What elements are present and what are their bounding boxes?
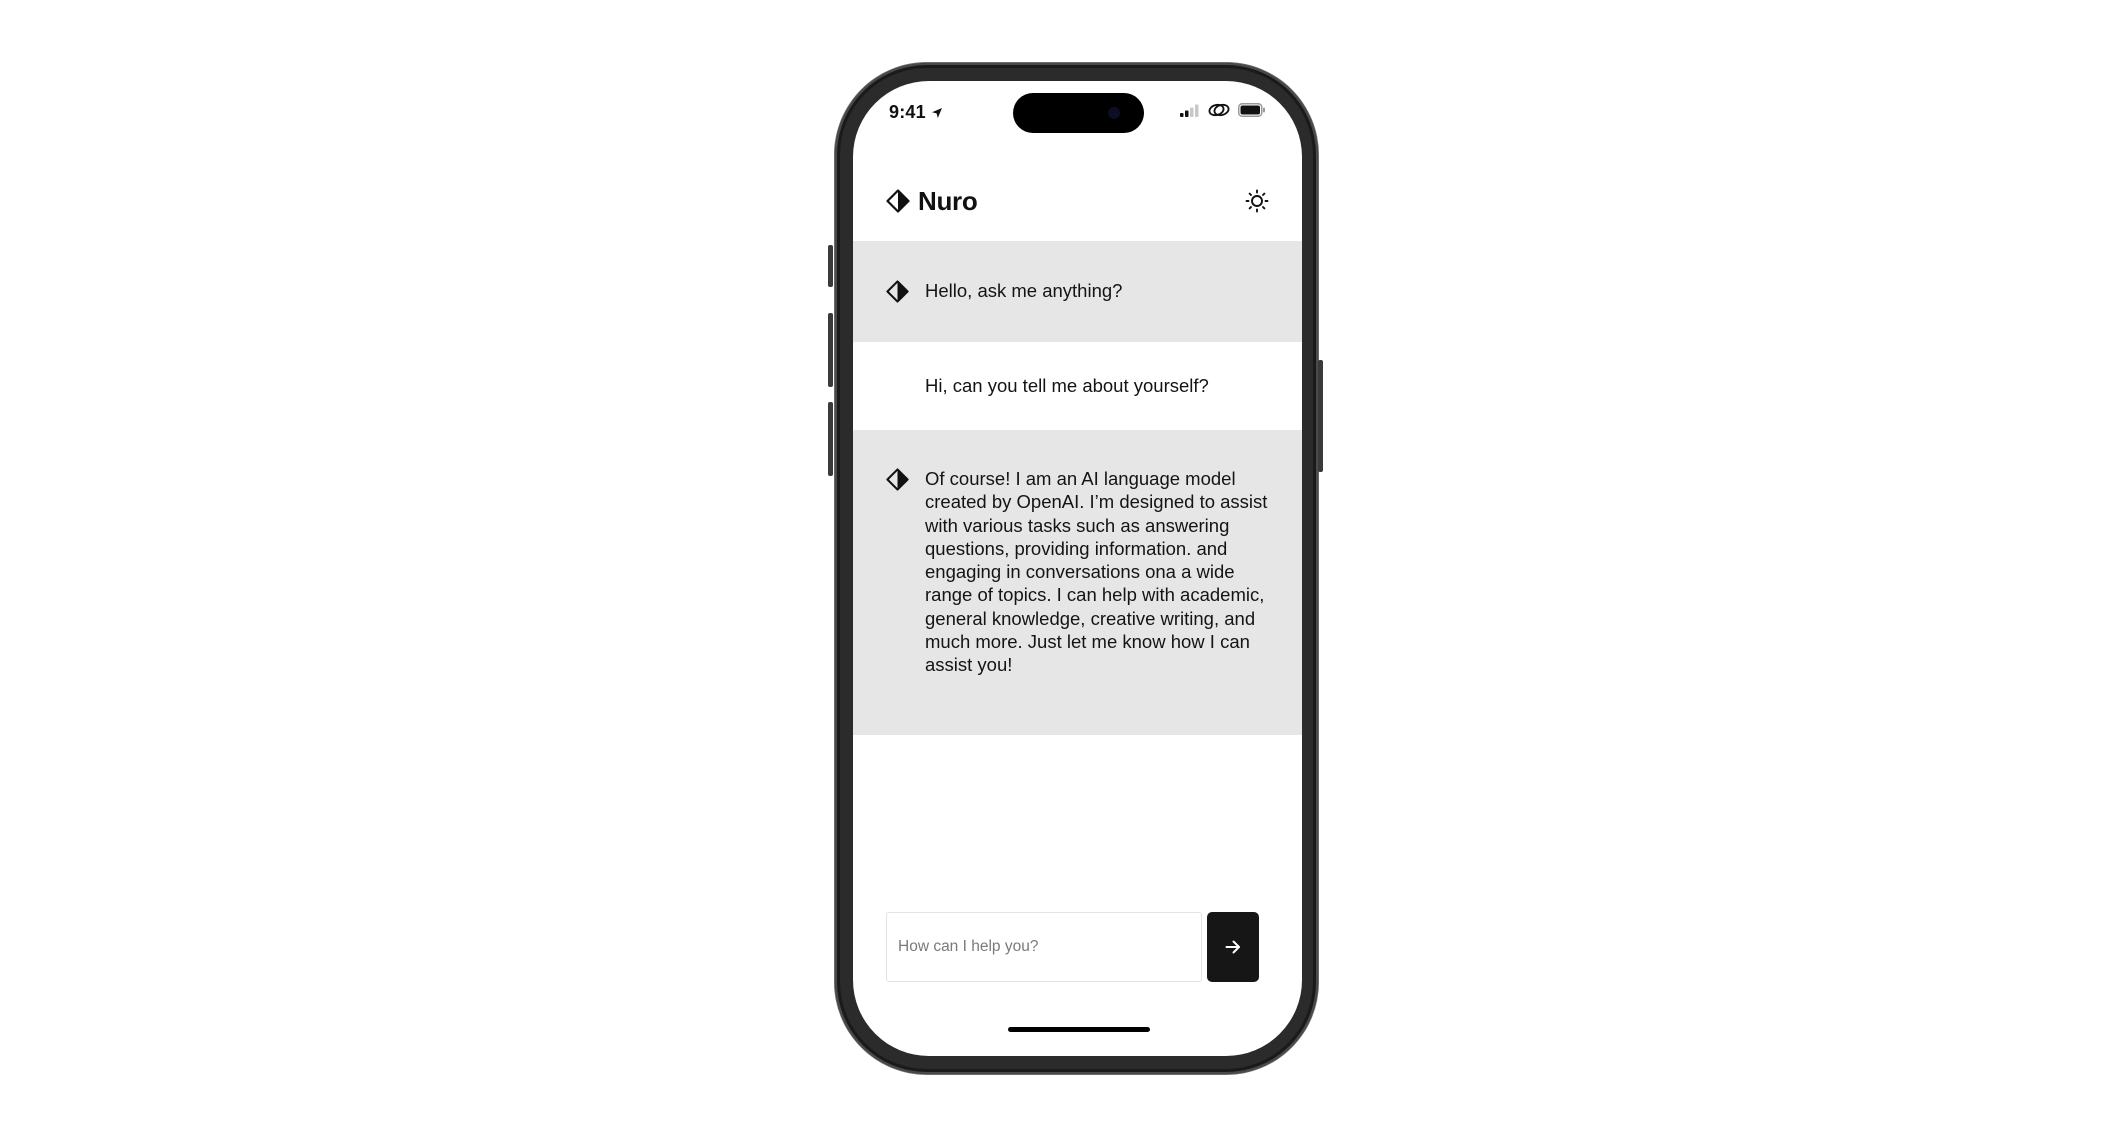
nuro-diamond-logo-icon	[886, 468, 909, 491]
user-message: Hi, can you tell me about yourself?	[853, 342, 1302, 430]
battery-icon	[1238, 103, 1265, 117]
brand: Nuro	[886, 176, 978, 226]
assistant-message: Of course! I am an AI language model cre…	[853, 430, 1302, 735]
wifi-icon	[1208, 103, 1230, 117]
nuro-diamond-logo-icon	[886, 189, 910, 213]
arrow-right-icon	[1225, 940, 1240, 954]
dynamic-island	[1013, 93, 1144, 133]
volume-up-button	[828, 313, 833, 387]
message-text: Hi, can you tell me about yourself?	[925, 375, 1209, 396]
assistant-message: Hello, ask me anything?	[853, 241, 1302, 342]
send-button[interactable]	[1207, 912, 1259, 982]
status-indicators	[1180, 103, 1266, 117]
app-header: Nuro	[853, 176, 1302, 226]
status-time: 9:41	[889, 102, 943, 123]
message-input[interactable]	[886, 912, 1202, 982]
cellular-signal-icon	[1180, 104, 1199, 117]
phone-screen: 9:41 Nuro Hello, ask me anything? Hi, ca…	[853, 81, 1302, 1056]
front-camera	[1108, 107, 1120, 119]
status-time-label: 9:41	[889, 102, 926, 122]
home-indicator[interactable]	[1008, 1027, 1150, 1032]
power-button	[1318, 360, 1323, 472]
volume-down-button	[828, 402, 833, 476]
location-arrow-icon	[931, 107, 942, 118]
sun-icon	[1245, 189, 1269, 213]
app-title: Nuro	[918, 185, 978, 216]
action-button	[828, 245, 833, 287]
message-text: Of course! I am an AI language model cre…	[925, 468, 1268, 676]
nuro-diamond-logo-icon	[886, 280, 909, 303]
theme-toggle-button[interactable]	[1244, 188, 1270, 214]
message-text: Hello, ask me anything?	[925, 280, 1123, 301]
message-list: Hello, ask me anything? Hi, can you tell…	[853, 241, 1302, 735]
